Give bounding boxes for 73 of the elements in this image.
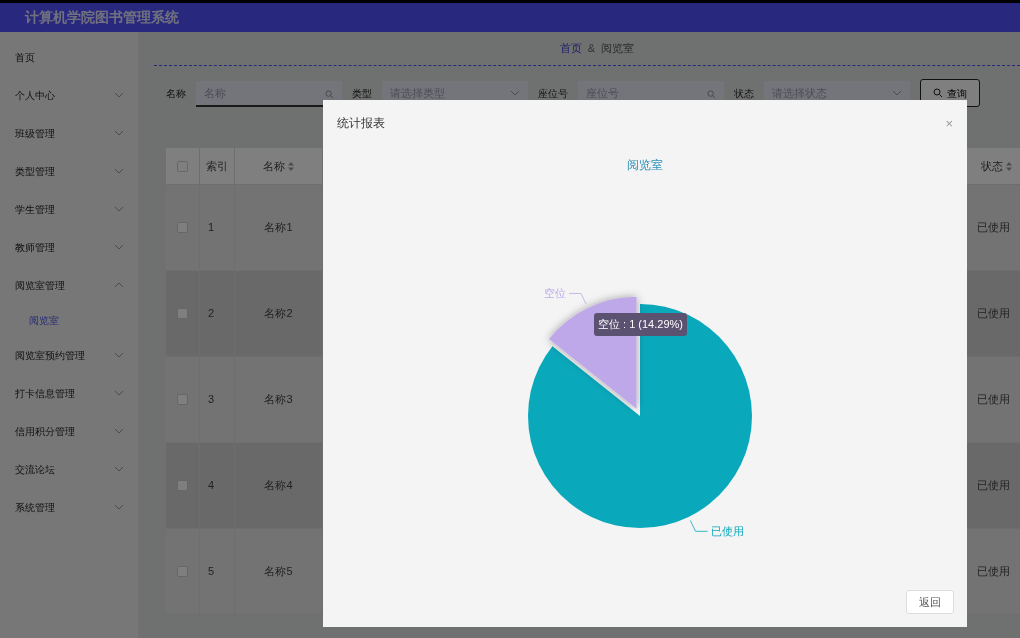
- chart-title: 阅览室: [627, 157, 663, 174]
- sidebar-item[interactable]: 交流论坛: [0, 450, 138, 488]
- table-cell-text: 名称2: [264, 306, 293, 322]
- sidebar-item[interactable]: 教师管理: [0, 228, 138, 266]
- filter-label: 座位号: [538, 86, 568, 101]
- table-cell-text: 名称4: [264, 478, 293, 494]
- table-cell-text: 5: [208, 564, 215, 580]
- sort-icon[interactable]: [288, 161, 294, 171]
- pie-slice[interactable]: [528, 304, 752, 528]
- chevron-icon: [114, 504, 124, 510]
- sidebar-item[interactable]: 个人中心: [0, 76, 138, 114]
- sort-icon[interactable]: [1006, 161, 1012, 171]
- checkbox[interactable]: [177, 566, 188, 577]
- search-icon: [707, 90, 716, 99]
- column-header: 名称: [263, 158, 285, 174]
- sidebar-item[interactable]: 打卡信息管理: [0, 374, 138, 412]
- chevron-icon: [114, 352, 124, 358]
- leader-line: [689, 520, 708, 532]
- table-cell-text: 4: [208, 478, 215, 494]
- app-title: 计算机学院图书管理系统: [25, 8, 179, 27]
- sidebar-subitem[interactable]: 阅览室: [0, 304, 138, 336]
- slice-label: 已使用: [710, 525, 744, 538]
- sidebar-item[interactable]: 阅览室预约管理: [0, 336, 138, 374]
- filter-label: 名称: [166, 86, 186, 101]
- checkbox[interactable]: [177, 480, 188, 491]
- back-button[interactable]: 返回: [906, 590, 954, 614]
- chevron-icon: [114, 244, 124, 250]
- column-header: 状态: [981, 158, 1003, 174]
- slice-label: 空位: [544, 287, 566, 300]
- breadcrumb-link[interactable]: 首页: [559, 40, 582, 57]
- leader-line: [568, 293, 587, 305]
- table-cell-text: 已使用: [977, 220, 1010, 236]
- breadcrumb-separator: &: [587, 41, 596, 57]
- close-button[interactable]: ×: [945, 116, 953, 130]
- table-cell-text: 名称5: [264, 564, 293, 580]
- chevron-icon: [510, 90, 520, 96]
- sidebar-item[interactable]: 班级管理: [0, 114, 138, 152]
- search-icon: [933, 88, 943, 98]
- table-cell-text: 2: [208, 306, 215, 322]
- dialog-title: 统计报表: [337, 115, 385, 132]
- chevron-icon: [114, 282, 124, 288]
- sidebar-item[interactable]: 首页: [0, 38, 138, 76]
- table-cell-text: 已使用: [977, 306, 1010, 322]
- chevron-icon: [114, 466, 124, 472]
- checkbox[interactable]: [177, 222, 188, 233]
- chevron-icon: [114, 206, 124, 212]
- chevron-icon: [114, 390, 124, 396]
- table-cell-text: 1: [208, 220, 215, 236]
- sidebar-item[interactable]: 信用积分管理: [0, 412, 138, 450]
- checkbox[interactable]: [177, 160, 188, 172]
- table-cell-text: 已使用: [977, 392, 1010, 408]
- checkbox[interactable]: [177, 308, 188, 319]
- breadcrumb-link[interactable]: 阅览室: [601, 40, 635, 57]
- chevron-icon: [114, 130, 124, 136]
- filter-label: 类型: [352, 86, 372, 101]
- sidebar-item[interactable]: 阅览室管理: [0, 266, 138, 304]
- column-header: 索引: [206, 158, 228, 174]
- table-cell-text: 已使用: [977, 564, 1010, 580]
- filter-label: 状态: [734, 86, 754, 101]
- checkbox[interactable]: [177, 394, 188, 405]
- sidebar-item[interactable]: 学生管理: [0, 190, 138, 228]
- table-cell-text: 名称3: [264, 392, 293, 408]
- sidebar-item[interactable]: 系统管理: [0, 488, 138, 526]
- search-icon: [325, 90, 334, 99]
- chevron-icon: [892, 90, 902, 96]
- table-cell-text: 名称1: [264, 220, 293, 236]
- table-cell-text: 3: [208, 392, 215, 408]
- tooltip: 空位 : 1 (14.29%): [594, 313, 687, 336]
- chevron-icon: [114, 168, 124, 174]
- table-cell-text: 已使用: [977, 478, 1010, 494]
- chevron-icon: [114, 428, 124, 434]
- sidebar-item[interactable]: 类型管理: [0, 152, 138, 190]
- chevron-icon: [114, 92, 124, 98]
